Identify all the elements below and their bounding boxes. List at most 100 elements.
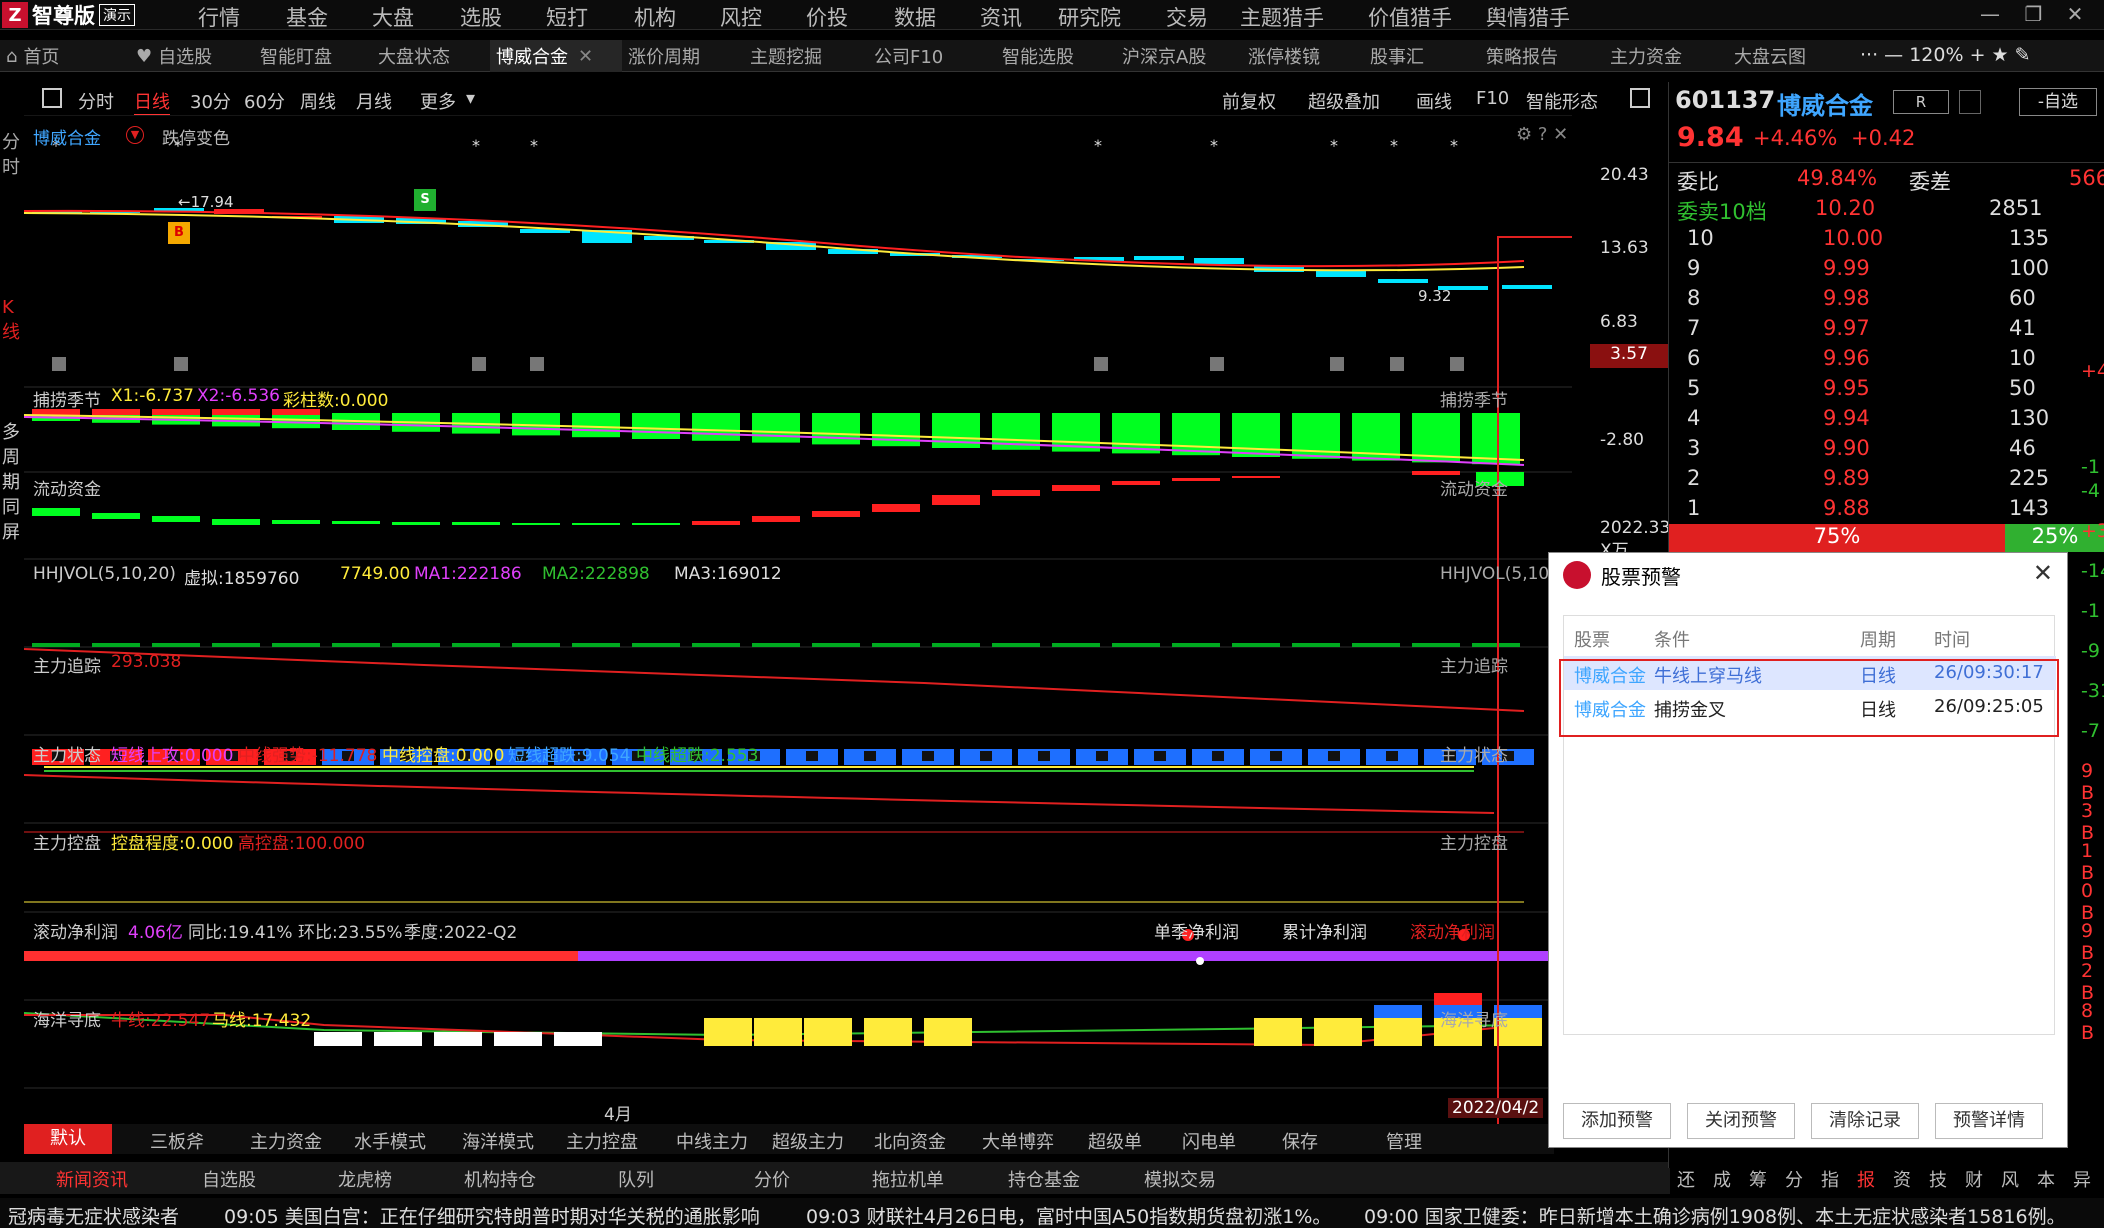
menu-item-4[interactable]: 短打 — [546, 2, 588, 32]
stock-alert-dialog[interactable]: 股票预警 ✕ 股票 条件 周期 时间 博威合金 牛线上穿马线 日线 26/09:30:17 博… — [1548, 552, 2068, 1148]
close-window-icon[interactable]: ✕ — [2067, 2, 2084, 26]
ticker-item[interactable]: 09:03 财联社4月26日电，富时中国A50指数期货盘初涨1%。 — [806, 1202, 1331, 1228]
period-4[interactable]: 周线 — [300, 88, 336, 114]
mini-tab-1[interactable]: 成 — [1713, 1166, 1731, 1192]
indicator-tab-12[interactable]: 保存 — [1282, 1128, 1318, 1154]
tab-0[interactable]: ⌂ 首页 — [0, 40, 130, 72]
period-2[interactable]: 30分 — [190, 88, 231, 114]
sell-level-row[interactable]: 1 9.88 143 — [1669, 496, 2104, 526]
tab-7[interactable]: 公司F10 — [868, 40, 996, 72]
add-watch-button[interactable]: -自选 — [2019, 88, 2097, 116]
alert-close-icon[interactable]: ✕ — [2033, 559, 2053, 587]
sell-level-row[interactable]: 3 9.90 46 — [1669, 436, 2104, 466]
period-right-1[interactable]: 超级叠加 — [1308, 88, 1380, 114]
sell-level-row[interactable]: 10 10.00 135 — [1669, 226, 2104, 256]
kline-stock-name[interactable]: 博威合金 — [33, 124, 101, 149]
indicator-tab-11[interactable]: 闪电单 — [1182, 1128, 1236, 1154]
zhui-name[interactable]: 主力追踪 — [33, 652, 101, 677]
tab-5[interactable]: 涨价周期 — [622, 40, 744, 72]
mini-tab-8[interactable]: 财 — [1965, 1166, 1983, 1192]
indicator-tab-4[interactable]: 海洋模式 — [462, 1128, 534, 1154]
profit-name[interactable]: 滚动净利润 — [33, 918, 118, 943]
indicator-tab-2[interactable]: 主力资金 — [250, 1128, 322, 1154]
minimize-icon[interactable]: — — [1980, 2, 2000, 26]
indicator-tab-8[interactable]: 北向资金 — [874, 1128, 946, 1154]
menu-item-7[interactable]: 价投 — [806, 2, 848, 32]
nav-tab-6[interactable]: 拖拉机单 — [872, 1166, 944, 1192]
state-name[interactable]: 主力状态 — [33, 741, 101, 766]
mini-tab-4[interactable]: 指 — [1821, 1166, 1839, 1192]
mini-tab-9[interactable]: 风 — [2001, 1166, 2019, 1192]
vol-name[interactable]: HHJVOL(5,10,20) — [33, 564, 176, 584]
menu-item-11[interactable]: 交易 — [1166, 2, 1208, 32]
period-5[interactable]: 月线 — [356, 88, 392, 114]
sell-level-row[interactable]: 6 9.96 10 — [1669, 346, 2104, 376]
profit-btn-single[interactable]: 单季净利润 — [1154, 918, 1239, 943]
indicator-tab-5[interactable]: 主力控盘 — [566, 1128, 638, 1154]
profit-btn-cum[interactable]: 累计净利润 — [1282, 918, 1367, 943]
nav-tab-3[interactable]: 机构持仓 — [464, 1166, 536, 1192]
menu-item-0[interactable]: 行情 — [198, 2, 240, 32]
tab-3[interactable]: 大盘状态 — [372, 40, 490, 72]
period-6[interactable]: 更多 — [420, 88, 456, 114]
window-controls[interactable]: — ❐ ✕ — [1980, 2, 2083, 26]
bulao-name[interactable]: 捕捞季节 — [33, 386, 101, 411]
nav-tab-1[interactable]: 自选股 — [202, 1166, 256, 1192]
mini-tab-6[interactable]: 资 — [1893, 1166, 1911, 1192]
nav-tab-2[interactable]: 龙虎榜 — [338, 1166, 392, 1192]
dropdown-icon[interactable]: ▼ — [126, 126, 144, 144]
menu-item-8[interactable]: 数据 — [894, 2, 936, 32]
alert-button-0[interactable]: 添加预警 — [1563, 1103, 1671, 1139]
nav-tab-5[interactable]: 分价 — [754, 1166, 790, 1192]
period-right-4[interactable]: 智能形态 — [1526, 88, 1598, 114]
tab-13[interactable]: 主力资金 — [1604, 40, 1728, 72]
ticker-item[interactable]: 09:05 美国白宫：正在仔细研究特朗普时期对华关税的通胀影响 — [224, 1202, 760, 1228]
restore-icon[interactable]: ❐ — [2024, 2, 2042, 26]
sell-level-row[interactable]: 5 9.95 50 — [1669, 376, 2104, 406]
mini-tab-0[interactable]: 还 — [1677, 1166, 1695, 1192]
tab-1[interactable]: ♥ 自选股 — [130, 40, 254, 72]
period-3[interactable]: 60分 — [244, 88, 285, 114]
menu-item-10[interactable]: 研究院 — [1058, 2, 1121, 32]
menu-item-9[interactable]: 资讯 — [980, 2, 1022, 32]
hai-name[interactable]: 海洋寻底 — [33, 1006, 101, 1031]
tab-4[interactable]: 博威合金 ✕ — [490, 40, 622, 72]
indicator-tab-13[interactable]: 管理 — [1386, 1128, 1422, 1154]
kong-name[interactable]: 主力控盘 — [33, 829, 101, 854]
nav-tab-0[interactable]: 新闻资讯 — [56, 1166, 128, 1192]
kxian-label[interactable]: K线 — [2, 295, 22, 345]
menu-item-2[interactable]: 大盘 — [372, 2, 414, 32]
mini-tab-3[interactable]: 分 — [1785, 1166, 1803, 1192]
sell-level-row[interactable]: 8 9.98 60 — [1669, 286, 2104, 316]
tab-close-icon[interactable]: ✕ — [578, 46, 593, 67]
chart-area[interactable]: * * * * * * * * * — [24, 115, 1572, 1125]
alert-button-1[interactable]: 关闭预警 — [1687, 1103, 1795, 1139]
menu-item-6[interactable]: 风控 — [720, 2, 762, 32]
tab-10[interactable]: 涨停楼镜 — [1242, 40, 1364, 72]
ticker-item[interactable]: 09:00 国家卫健委：昨日新增本土确诊病例1908例、本土无症状感染者1581… — [1364, 1202, 2066, 1228]
tab-11[interactable]: 股事汇 — [1364, 40, 1480, 72]
news-ticker[interactable]: 冠病毒无症状感染者 09:05 美国白宫：正在仔细研究特朗普时期对华关税的通胀影响… — [0, 1198, 2104, 1228]
indicator-tab-7[interactable]: 超级主力 — [772, 1128, 844, 1154]
nav-tab-4[interactable]: 队列 — [618, 1166, 654, 1192]
layout-toggle-icon[interactable] — [1630, 88, 1650, 108]
menu-item-3[interactable]: 选股 — [460, 2, 502, 32]
sell-level-row[interactable]: 7 9.97 41 — [1669, 316, 2104, 346]
zoom-controls[interactable]: ··· — 120% + ★ ✎ — [1860, 44, 2031, 66]
profit-btn-roll[interactable]: 滚动净利润 — [1410, 918, 1495, 943]
indicator-tab-3[interactable]: 水手模式 — [354, 1128, 426, 1154]
tab-2[interactable]: 智能盯盘 — [254, 40, 372, 72]
menu-item-5[interactable]: 机构 — [634, 2, 676, 32]
sell-level-row[interactable]: 9 9.99 100 — [1669, 256, 2104, 286]
rating-badge[interactable]: R — [1893, 90, 1949, 114]
menu-item-14[interactable]: 舆情猎手 — [1486, 2, 1570, 32]
nav-tab-8[interactable]: 模拟交易 — [1144, 1166, 1216, 1192]
more-dropdown-icon[interactable]: ▾ — [466, 88, 475, 109]
liudong-name[interactable]: 流动资金 — [33, 475, 101, 500]
mini-tab-5[interactable]: 报 — [1857, 1166, 1875, 1192]
tab-8[interactable]: 智能选股 — [996, 40, 1116, 72]
period-right-0[interactable]: 前复权 — [1222, 88, 1276, 114]
period-0[interactable]: 分时 — [78, 88, 114, 114]
indicator-tab-10[interactable]: 超级单 — [1088, 1128, 1142, 1154]
sell-level-row[interactable]: 2 9.89 225 — [1669, 466, 2104, 496]
